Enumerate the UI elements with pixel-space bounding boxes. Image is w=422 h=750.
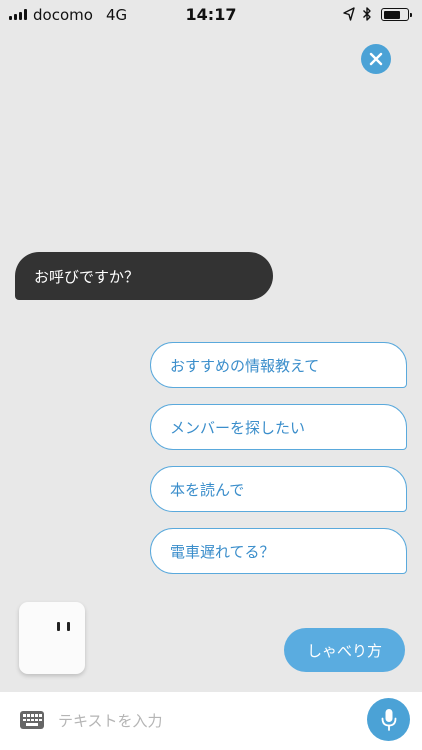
robot-eye-left: [57, 622, 60, 631]
robot-avatar[interactable]: [19, 602, 85, 674]
battery-icon: [381, 8, 412, 21]
keyboard-icon[interactable]: [20, 711, 44, 729]
microphone-icon: [381, 708, 396, 731]
suggestion-recommended-info[interactable]: おすすめの情報教えて: [150, 342, 407, 388]
microphone-button[interactable]: [367, 698, 410, 741]
text-input-bar: テキストを入力: [0, 692, 422, 750]
location-arrow-icon: [343, 7, 355, 21]
status-time: 14:17: [185, 5, 237, 24]
suggestion-train-delay[interactable]: 電車遅れてる？: [150, 528, 407, 574]
close-button[interactable]: [361, 44, 391, 74]
close-icon: [369, 52, 383, 66]
how-to-talk-button[interactable]: しゃべり方: [284, 628, 405, 672]
bot-message-bubble: お呼びですか？: [15, 252, 273, 300]
text-input-field[interactable]: テキストを入力: [58, 710, 163, 731]
bluetooth-icon: [363, 7, 371, 21]
suggestion-read-book[interactable]: 本を読んで: [150, 466, 407, 512]
suggestion-find-members[interactable]: メンバーを探したい: [150, 404, 407, 450]
robot-eye-right: [67, 622, 70, 631]
status-bar: docomo 4G 14:17: [0, 0, 422, 30]
